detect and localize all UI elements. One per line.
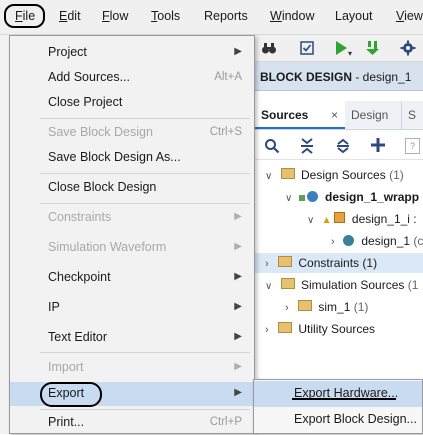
tree-simulation-sources[interactable]: ∨ Simulation Sources (1 (265, 275, 418, 295)
gear-icon[interactable] (400, 40, 416, 56)
folder-icon (278, 256, 293, 267)
run-icon[interactable] (333, 40, 349, 56)
menu-bar: File Edit Flow Tools Reports Window Layo… (0, 0, 423, 35)
block-design-title: BLOCK DESIGN (260, 70, 353, 84)
tab-signals[interactable]: S (401, 101, 423, 129)
menu-item-export-block-design[interactable]: Export Block Design... (254, 407, 422, 433)
tree-design-1[interactable]: › design_1 (c (331, 231, 423, 251)
sources-tab-row: Sources × Design S (255, 101, 423, 130)
collapse-all-icon[interactable] (300, 138, 314, 154)
menu-separator (40, 409, 250, 410)
toolbar: ▾ (255, 35, 423, 62)
menu-item-print[interactable]: Print... Ctrl+P (10, 411, 254, 435)
menu-item-constraints[interactable]: Constraints ▶ (10, 206, 254, 230)
menu-window[interactable]: Window (270, 9, 314, 23)
tab-sources[interactable]: Sources × (255, 101, 345, 129)
top-module-icon (306, 191, 318, 202)
menu-separator (40, 173, 250, 174)
folder-icon (280, 168, 295, 179)
menu-view[interactable]: View (396, 9, 423, 23)
search-icon[interactable] (264, 138, 280, 154)
block-design-name: - design_1 (352, 70, 412, 84)
chevron-right-icon[interactable]: › (285, 302, 289, 314)
menu-item-ip[interactable]: IP ▶ (10, 296, 254, 320)
sources-toolbar: ? (255, 131, 423, 160)
chevron-down-icon[interactable]: ∨ (265, 171, 272, 182)
tree-constraints[interactable]: › Constraints (1) (255, 253, 423, 273)
expand-all-icon[interactable] (336, 138, 350, 154)
run-dropdown-icon[interactable]: ▾ (348, 49, 352, 58)
block-design-icon (333, 212, 345, 223)
module-icon (343, 235, 355, 246)
menu-edit[interactable]: Edit (59, 9, 81, 23)
tree-design-1-wrapper[interactable]: ∨ design_1_wrapp (285, 187, 419, 207)
submenu-arrow-icon: ▶ (234, 331, 242, 342)
export-hardware-underline-annotation (292, 398, 396, 400)
export-submenu: Export Hardware... Export Block Design..… (253, 379, 423, 434)
folder-icon (278, 322, 293, 333)
submenu-arrow-icon: ▶ (234, 271, 242, 282)
submenu-arrow-icon: ▶ (234, 46, 242, 57)
hierarchy-icon (298, 195, 305, 201)
block-design-header: BLOCK DESIGN - design_1 (255, 62, 423, 91)
checklist-icon[interactable] (299, 40, 315, 56)
folder-icon (280, 278, 295, 289)
close-icon[interactable]: × (331, 108, 338, 122)
menu-item-close-project[interactable]: Close Project (10, 91, 254, 115)
chevron-right-icon[interactable]: › (265, 258, 269, 270)
menu-tools[interactable]: Tools (151, 9, 180, 23)
warning-icon: ▲ (321, 215, 332, 226)
submenu-arrow-icon: ▶ (234, 301, 242, 312)
download-icon[interactable] (365, 40, 381, 56)
menu-item-add-sources[interactable]: Add Sources... Alt+A (10, 66, 254, 90)
menu-item-save-block-design[interactable]: Save Block Design Ctrl+S (10, 121, 254, 145)
menu-reports[interactable]: Reports (204, 9, 248, 23)
menu-separator (40, 352, 250, 353)
submenu-arrow-icon: ▶ (234, 211, 242, 222)
add-icon[interactable] (371, 138, 385, 152)
menu-item-text-editor[interactable]: Text Editor ▶ (10, 326, 254, 350)
menu-item-project[interactable]: Project ▶ (10, 41, 254, 65)
file-highlight-circle (4, 4, 45, 28)
chevron-down-icon[interactable]: ∨ (285, 193, 292, 204)
tree-design-sources[interactable]: ∨ Design Sources (1) (265, 165, 404, 185)
menu-item-import[interactable]: Import ▶ (10, 356, 254, 380)
submenu-arrow-icon: ▶ (234, 361, 242, 372)
tree-utility-sources[interactable]: › Utility Sources (265, 319, 375, 339)
help-icon[interactable]: ? (405, 138, 420, 154)
tree-sim-1[interactable]: › sim_1 (1) (285, 297, 368, 317)
chevron-right-icon[interactable]: › (331, 236, 335, 248)
chevron-down-icon[interactable]: ∨ (265, 281, 272, 292)
file-menu: Project ▶ Add Sources... Alt+A Close Proje… (9, 35, 255, 434)
menu-separator (40, 203, 250, 204)
menu-item-simulation-waveform[interactable]: Simulation Waveform ▶ (10, 236, 254, 260)
menu-layout[interactable]: Layout (335, 9, 373, 23)
tab-design[interactable]: Design (345, 101, 397, 129)
menu-item-checkpoint[interactable]: Checkpoint ▶ (10, 266, 254, 290)
submenu-arrow-icon: ▶ (234, 241, 242, 252)
export-highlight-circle (40, 382, 102, 407)
binoculars-icon[interactable] (261, 40, 277, 56)
menu-item-close-block-design[interactable]: Close Block Design (10, 176, 254, 200)
chevron-down-icon[interactable]: ∨ (307, 215, 314, 226)
folder-icon (298, 300, 313, 311)
menu-separator (40, 118, 250, 119)
submenu-arrow-icon: ▶ (234, 387, 242, 398)
tree-design-1-i[interactable]: ∨ ▲ design_1_i : (307, 209, 417, 229)
menu-item-export-hardware[interactable]: Export Hardware... (254, 381, 422, 407)
menu-item-save-block-design-as[interactable]: Save Block Design As... (10, 146, 254, 170)
menu-flow[interactable]: Flow (102, 9, 128, 23)
chevron-right-icon[interactable]: › (265, 324, 269, 336)
